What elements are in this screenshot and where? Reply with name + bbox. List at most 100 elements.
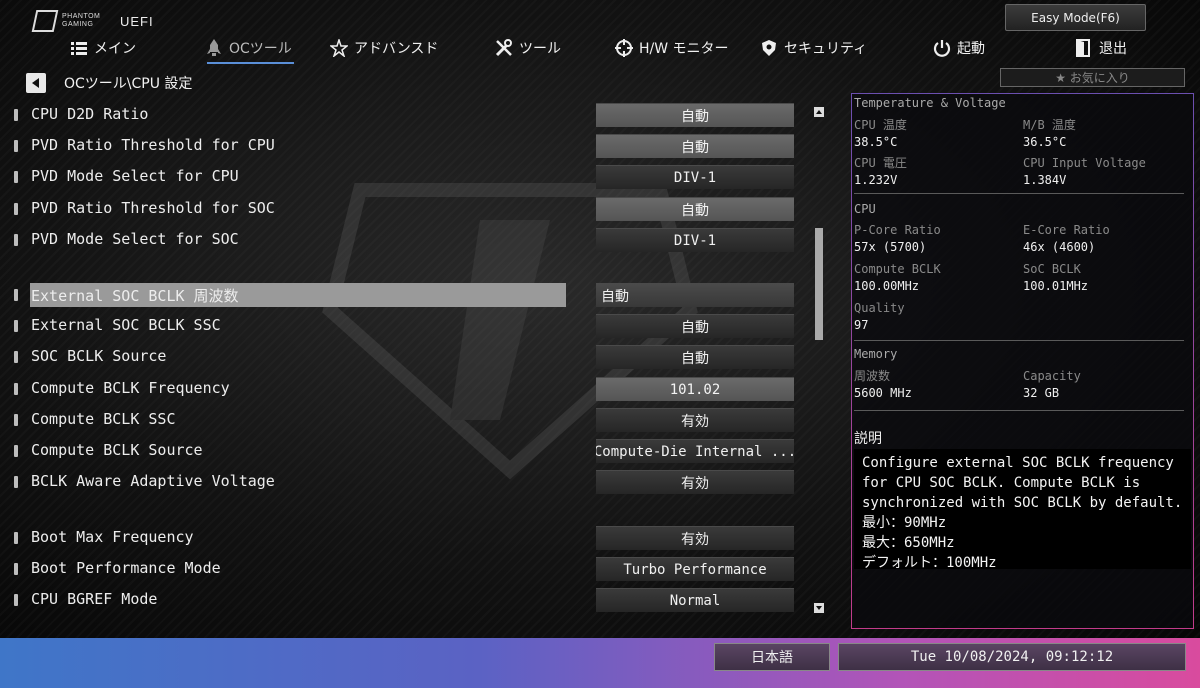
- description-line: 最小：90MHz: [862, 515, 947, 531]
- setting-row[interactable]: PVD Ratio Threshold for SOC 自動: [12, 195, 812, 223]
- scroll-up-button[interactable]: [814, 107, 824, 117]
- setting-label: Compute BCLK Frequency: [31, 379, 230, 397]
- row-bullet: [14, 445, 18, 457]
- cpu-voltage: CPU 電圧 1.232V: [854, 156, 907, 187]
- setting-label: PVD Mode Select for CPU: [31, 167, 239, 185]
- setting-row[interactable]: PVD Mode Select for CPU DIV-1: [12, 163, 812, 191]
- uefi-label: UEFI: [120, 13, 154, 29]
- tab-oc-tools[interactable]: OCツール: [205, 36, 294, 64]
- crosshair-icon: [615, 39, 633, 57]
- setting-value[interactable]: DIV-1: [596, 228, 794, 252]
- setting-row[interactable]: Compute BCLK SSC 有効: [12, 406, 812, 434]
- setting-row[interactable]: PVD Mode Select for SOC DIV-1: [12, 226, 812, 254]
- cpu-temp: CPU 温度 38.5°C: [854, 118, 907, 149]
- tab-boot[interactable]: 起動: [933, 36, 985, 60]
- description-line: for CPU SOC BCLK. Compute BCLK is: [862, 475, 1141, 491]
- setting-label: Boot Max Frequency: [31, 528, 194, 546]
- memory-capacity: Capacity 32 GB: [1023, 369, 1081, 400]
- row-bullet: [14, 203, 18, 215]
- caret-up-icon: [816, 110, 822, 114]
- setting-row[interactable]: External SOC BCLK SSC 自動: [12, 312, 812, 340]
- setting-row[interactable]: PVD Ratio Threshold for CPU 自動: [12, 132, 812, 160]
- easy-mode-button[interactable]: Easy Mode(F6): [1005, 4, 1146, 31]
- setting-label: CPU BGREF Mode: [31, 590, 158, 608]
- setting-label: Boot Performance Mode: [31, 559, 221, 577]
- row-bullet: [14, 109, 18, 121]
- row-bullet: [14, 289, 18, 301]
- tab-tools[interactable]: ツール: [495, 36, 561, 60]
- brand-mark-icon: [31, 10, 59, 32]
- tab-hw-monitor[interactable]: H/W モニター: [615, 36, 729, 60]
- setting-value[interactable]: 有効: [596, 408, 794, 432]
- setting-label: Compute BCLK Source: [31, 441, 203, 459]
- setting-row[interactable]: BCLK Aware Adaptive Voltage 有効: [12, 468, 812, 496]
- brand-logo: PHANTOM GAMING UEFI: [31, 10, 154, 32]
- tab-main[interactable]: メイン: [70, 36, 136, 60]
- setting-row[interactable]: Boot Performance Mode Turbo Performance: [12, 555, 812, 583]
- back-button[interactable]: [26, 73, 46, 93]
- power-icon: [933, 39, 951, 57]
- setting-value[interactable]: 自動: [596, 197, 794, 221]
- row-bullet: [14, 234, 18, 246]
- caret-down-icon: [816, 606, 822, 610]
- scroll-down-button[interactable]: [814, 603, 824, 613]
- row-bullet: [14, 414, 18, 426]
- tab-exit[interactable]: 退出: [1075, 36, 1127, 60]
- divider: [854, 340, 1184, 341]
- setting-value[interactable]: 自動: [596, 345, 794, 369]
- breadcrumb: OCツール\CPU 設定: [26, 73, 192, 93]
- tools-icon: [495, 39, 513, 57]
- setting-value[interactable]: 自動: [596, 283, 794, 307]
- tab-security[interactable]: セキュリティ: [760, 36, 867, 60]
- setting-row[interactable]: Boot Max Frequency 有効: [12, 524, 812, 552]
- soc-bclk: SoC BCLK 100.01MHz: [1023, 262, 1089, 293]
- setting-row[interactable]: CPU D2D Ratio 自動: [12, 101, 812, 129]
- brand-line-1: PHANTOM: [62, 13, 101, 20]
- star-icon: [330, 39, 348, 57]
- setting-value[interactable]: 有効: [596, 526, 794, 550]
- scrollbar-thumb[interactable]: [815, 228, 823, 340]
- setting-label: External SOC BCLK 周波数: [31, 287, 239, 305]
- setting-value[interactable]: 自動: [596, 103, 794, 127]
- setting-row[interactable]: Compute BCLK Frequency 101.02: [12, 375, 812, 403]
- rocket-icon: [205, 39, 223, 57]
- list-icon: [70, 39, 88, 57]
- setting-value[interactable]: Normal: [596, 588, 794, 612]
- setting-value[interactable]: DIV-1: [596, 165, 794, 189]
- setting-value[interactable]: Turbo Performance: [596, 557, 794, 581]
- setting-value[interactable]: 自動: [596, 134, 794, 158]
- row-bullet: [14, 594, 18, 606]
- cpu-input-voltage: CPU Input Voltage 1.384V: [1023, 156, 1146, 187]
- compute-bclk: Compute BCLK 100.00MHz: [854, 262, 941, 293]
- tab-advanced[interactable]: アドバンスド: [330, 36, 438, 60]
- setting-row-selected[interactable]: External SOC BCLK 周波数 自動: [12, 281, 812, 309]
- setting-row[interactable]: Compute BCLK Source Compute-Die Internal…: [12, 437, 812, 465]
- datetime-display[interactable]: Tue 10/08/2024, 09:12:12: [838, 643, 1186, 671]
- divider: [854, 410, 1184, 411]
- setting-label: PVD Mode Select for SOC: [31, 230, 239, 248]
- setting-value[interactable]: 有効: [596, 470, 794, 494]
- setting-value[interactable]: 101.02: [596, 377, 794, 401]
- brand-line-2: GAMING: [62, 21, 94, 28]
- language-button[interactable]: 日本語: [714, 643, 830, 671]
- setting-value[interactable]: 自動: [596, 314, 794, 338]
- cpu-section-title: CPU: [854, 202, 876, 216]
- row-bullet: [14, 383, 18, 395]
- favorites-button[interactable]: ★ お気に入り: [1000, 68, 1185, 87]
- setting-label: PVD Ratio Threshold for SOC: [31, 199, 275, 217]
- description-box: Configure external SOC BCLK frequency fo…: [854, 449, 1191, 571]
- description-line: 最大：650MHz: [862, 535, 955, 551]
- row-bullet: [14, 320, 18, 332]
- setting-label: PVD Ratio Threshold for CPU: [31, 136, 275, 154]
- pcore-ratio: P-Core Ratio 57x (5700): [854, 223, 941, 254]
- setting-row[interactable]: CPU BGREF Mode Normal: [12, 586, 812, 614]
- setting-value[interactable]: Compute-Die Internal ...: [596, 439, 794, 463]
- divider: [854, 193, 1184, 194]
- ecore-ratio: E-Core Ratio 46x (4600): [1023, 223, 1110, 254]
- setting-row[interactable]: SOC BCLK Source 自動: [12, 343, 812, 371]
- setting-label: Compute BCLK SSC: [31, 410, 176, 428]
- description-line: デフォルト：100MHz: [862, 555, 997, 571]
- row-bullet: [14, 140, 18, 152]
- row-bullet: [14, 532, 18, 544]
- main-nav: メイン OCツール アドバンスド ツール H/W モニター セキュリティ 起動 …: [0, 36, 1200, 64]
